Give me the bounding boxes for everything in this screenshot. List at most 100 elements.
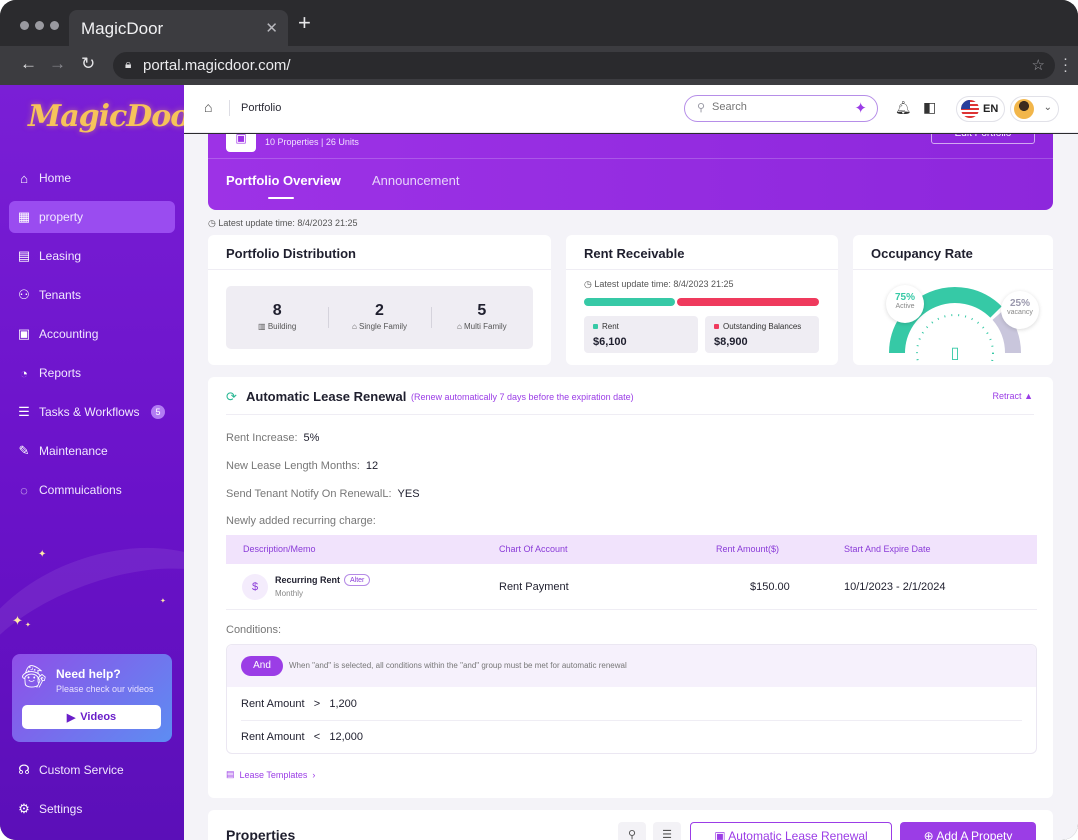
pie-chart-icon: ◔ <box>20 365 28 381</box>
occupancy-rate-card: Occupancy Rate ▯ 75% Active 25% vacancy <box>853 235 1053 365</box>
user-menu[interactable]: ⌄ <box>1010 96 1059 122</box>
tasks-icon: ☰ <box>18 404 30 419</box>
sidebar-item-accounting[interactable]: ▣ Accounting <box>9 318 175 350</box>
vacancy-label: vacancy <box>1007 309 1033 316</box>
field-value: 5% <box>303 432 320 444</box>
conditions-label: Conditions: <box>226 624 282 636</box>
active-bubble: 75% Active <box>886 285 924 323</box>
stat-label-text: Multi Family <box>464 322 507 331</box>
sidebar-item-label: Custom Service <box>39 763 124 777</box>
outstanding-label-text: Outstanding Balances <box>723 322 802 331</box>
condition-operator: > <box>313 698 321 710</box>
and-toggle[interactable]: And <box>241 656 283 676</box>
sparkle-icon: ✦ <box>160 598 166 605</box>
sidebar-item-home[interactable]: ⌂ Home <box>9 162 175 194</box>
sidebar-item-property[interactable]: ▦ property <box>9 201 175 233</box>
column-header: Chart Of Account <box>499 544 568 554</box>
rent-stat: Rent $6,100 <box>584 316 698 353</box>
tab-portfolio-overview[interactable]: Portfolio Overview <box>226 173 341 188</box>
sidebar-item-maintenance[interactable]: ✎ Maintenance <box>9 435 175 467</box>
close-icon[interactable]: ✕ <box>265 19 278 37</box>
window-controls[interactable] <box>20 21 59 30</box>
edit-portfolio-button[interactable]: Edit Portfolio <box>931 134 1035 144</box>
retract-button[interactable]: Retract ▲ <box>993 391 1033 401</box>
sidebar-item-custom-service[interactable]: ☊ Custom Service <box>9 754 175 786</box>
forward-icon[interactable]: → <box>49 54 66 74</box>
back-icon[interactable]: ← <box>20 54 37 74</box>
new-tab-icon[interactable]: + <box>298 12 311 34</box>
active-tab-indicator <box>268 197 294 199</box>
rent-stat-label: Rent <box>593 322 619 331</box>
sidebar-item-tasks[interactable]: ☰ Tasks & Workflows 5 <box>9 396 175 428</box>
portfolio-distribution-card: Portfolio Distribution 8 ▥ Building 2 ⌂ … <box>208 235 551 365</box>
sidebar-item-reports[interactable]: ◔ Reports <box>9 357 175 389</box>
chevron-down-icon: ⌄ <box>1043 102 1052 113</box>
condition-field: Rent Amount <box>241 731 305 743</box>
charge-frequency: Monthly <box>275 589 304 598</box>
condition-value: 1,200 <box>329 698 357 710</box>
card-divider <box>853 269 1053 270</box>
browser-tabbar: MagicDoor ✕ + <box>0 0 1078 46</box>
star-icon[interactable]: ☆ <box>1032 56 1045 74</box>
table-row: $ Recurring Rent Alter Monthly Rent Paym… <box>226 564 1037 610</box>
address-bar: ← → ↻ 🔒︎ portal.magicdoor.com/ ☆ · · · <box>0 46 1078 85</box>
lease-templates-link[interactable]: ▤ Lease Templates › <box>226 769 315 780</box>
gear-icon: ⚙ <box>18 801 30 816</box>
home-icon: ⌂ <box>20 170 28 186</box>
main-content: ▣ 10 Properties | 26 Units Edit Portfoli… <box>184 134 1078 840</box>
alter-badge[interactable]: Alter <box>344 574 371 586</box>
reload-icon[interactable]: ↻ <box>81 54 95 74</box>
stat-label: ⌂ Multi Family <box>431 322 533 331</box>
ai-sparkle-icon[interactable]: ✦ <box>854 99 867 117</box>
column-header: Description/Memo <box>243 544 316 554</box>
browser-tab[interactable]: MagicDoor ✕ <box>69 10 288 46</box>
automatic-lease-renewal-button[interactable]: ▣ Automatic Lease Renewal <box>690 822 892 840</box>
rent-bar <box>584 298 675 306</box>
chevron-right-icon: › <box>312 769 316 780</box>
breadcrumb[interactable]: Portfolio <box>241 102 281 114</box>
sidebar-item-label: Leasing <box>39 249 82 263</box>
videos-button[interactable]: ▶ Videos <box>22 705 161 729</box>
home-icon[interactable]: ⌂ <box>204 99 212 115</box>
url-field[interactable]: 🔒︎ portal.magicdoor.com/ ☆ <box>113 52 1055 79</box>
logo: MagicDoor <box>28 99 184 134</box>
tab-announcement[interactable]: Announcement <box>372 173 459 188</box>
search-icon[interactable]: ⚲ <box>618 822 646 840</box>
sidebar-item-settings[interactable]: ⚙ Settings <box>9 793 175 825</box>
sidebar-item-communications[interactable]: ◌ Commuications <box>9 474 175 506</box>
notify-tenant-field: Send Tenant Notify On RenewalL: YES <box>226 488 420 500</box>
lease-templates-label: Lease Templates <box>239 769 308 780</box>
condition-value: 12,000 <box>329 731 364 743</box>
card-title: Occupancy Rate <box>871 246 973 261</box>
sparkle-icon: ✦ <box>12 613 23 628</box>
chat-icon: ◌ <box>20 482 28 498</box>
search-box[interactable]: ⚲ ✦ <box>684 95 878 122</box>
sidebar-item-leasing[interactable]: ▤ Leasing <box>9 240 175 272</box>
search-input[interactable] <box>712 101 842 113</box>
stat-label: ⌂ Single Family <box>328 322 430 331</box>
lease-length-field: New Lease Length Months: 12 <box>226 460 378 472</box>
sidebar-item-label: Tasks & Workflows <box>39 405 140 419</box>
top-header: ⌂ Portfolio ⚲ ✦ 🔔︎ ◧ EN ⌄ <box>184 85 1078 133</box>
condition-row[interactable]: Rent Amount < 12,000 <box>241 731 363 743</box>
rent-legend-swatch <box>593 324 598 329</box>
charge-account: Rent Payment <box>499 581 569 593</box>
sparkle-icon: ✦ <box>25 622 31 629</box>
add-property-button[interactable]: ⊕ Add A Propety <box>900 822 1036 840</box>
vacancy-bubble: 25% vacancy <box>1001 291 1039 329</box>
document-icon: ▤ <box>17 248 31 263</box>
field-label: Send Tenant Notify On RenewalL: <box>226 488 392 500</box>
breadcrumb-divider <box>229 100 230 116</box>
filter-icon[interactable]: ☰ <box>653 822 681 840</box>
condition-row[interactable]: Rent Amount > 1,200 <box>241 698 357 710</box>
bell-icon[interactable]: 🔔︎ <box>895 100 912 116</box>
sidebar-item-tenants[interactable]: ⚇ Tenants <box>9 279 175 311</box>
panel-layout-icon[interactable]: ◧ <box>923 99 936 116</box>
browser-window: MagicDoor ✕ + ← → ↻ 🔒︎ portal.magicdoor.… <box>0 0 1078 840</box>
sidebar: MagicDoor ⌂ Home ▦ property ▤ Leasing ⚇ … <box>0 85 184 840</box>
rent-update-note: ◷ Latest update time: 8/4/2023 21:25 <box>584 279 733 290</box>
latest-update-text: Latest update time: 8/4/2023 21:25 <box>218 218 358 228</box>
language-selector[interactable]: EN <box>956 96 1005 122</box>
field-value: YES <box>397 488 420 500</box>
more-menu-icon[interactable]: · · · <box>1063 51 1068 78</box>
